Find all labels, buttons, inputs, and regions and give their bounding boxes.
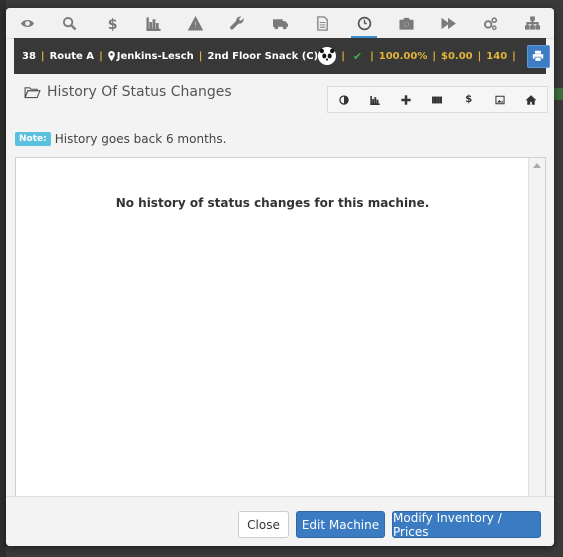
- fast-forward-icon[interactable]: [428, 8, 470, 38]
- document-icon[interactable]: [301, 8, 343, 38]
- map-pin-icon: [107, 51, 115, 61]
- separator: |: [477, 50, 482, 62]
- barcode-icon[interactable]: [422, 87, 453, 112]
- bar-chart-icon[interactable]: [132, 8, 174, 38]
- route-name[interactable]: Route A: [50, 51, 94, 62]
- modify-inventory-button[interactable]: Modify Inventory / Prices: [392, 511, 541, 539]
- contrast-icon[interactable]: [328, 87, 359, 112]
- truck-icon[interactable]: [259, 8, 301, 38]
- machine-number: 38: [22, 50, 36, 62]
- home-icon[interactable]: [516, 87, 547, 112]
- icon-toolbar: $: [6, 8, 554, 39]
- folder-open-icon: [24, 86, 41, 98]
- clock-icon[interactable]: [343, 8, 385, 39]
- separator: |: [370, 50, 374, 62]
- count-stat: 140: [486, 50, 508, 62]
- separator: |: [40, 50, 45, 62]
- separator: |: [512, 50, 516, 62]
- percent-stat: 100.00%: [378, 50, 428, 62]
- search-icon[interactable]: [48, 8, 90, 38]
- panel-toolbar: $: [327, 86, 548, 113]
- edit-machine-button[interactable]: Edit Machine: [296, 511, 385, 538]
- note-badge: Note:: [15, 132, 51, 146]
- location-name[interactable]: Jenkins-Lesch: [117, 51, 194, 62]
- scroll-up-arrow[interactable]: [533, 163, 541, 168]
- machine-info-bar: 38 | Route A | Jenkins-Lesch | 2nd Floor…: [14, 38, 550, 74]
- separator: |: [99, 50, 103, 62]
- empty-message: No history of status changes for this ma…: [115, 196, 430, 210]
- dollar-label: $: [465, 94, 473, 105]
- camera-icon[interactable]: [385, 8, 427, 38]
- panel-heading: History Of Status Changes: [24, 84, 232, 100]
- backdrop-strip: [554, 88, 563, 100]
- panel-title: History Of Status Changes: [47, 84, 232, 100]
- dollar-icon[interactable]: $: [90, 8, 132, 38]
- history-list: No history of status changes for this ma…: [15, 157, 546, 509]
- amount-stat: $0.00: [441, 50, 473, 62]
- note-row: Note: History goes back 6 months.: [15, 132, 226, 146]
- note-text: History goes back 6 months.: [54, 132, 227, 146]
- separator: |: [341, 50, 345, 62]
- panda-icon: [318, 47, 337, 65]
- modal-footer: Close Edit Machine Modify Inventory / Pr…: [6, 496, 554, 546]
- picture-icon[interactable]: [484, 87, 515, 112]
- warning-icon[interactable]: [175, 8, 217, 38]
- eye-icon[interactable]: [6, 8, 48, 38]
- bar-chart-icon[interactable]: [359, 87, 390, 112]
- modal-dialog: $ 38 | Route A | Jenkins-Lesch | 2nd Flo…: [6, 8, 554, 546]
- dollar-icon[interactable]: $: [453, 87, 484, 112]
- close-button[interactable]: Close: [238, 511, 289, 538]
- machine-name: 2nd Floor Snack (C): [207, 50, 319, 62]
- separator: |: [198, 50, 203, 62]
- separator: |: [432, 50, 436, 62]
- check-icon: ✔: [352, 49, 363, 63]
- sitemap-icon[interactable]: [512, 8, 554, 38]
- print-button[interactable]: [526, 44, 550, 68]
- scrollbar[interactable]: [528, 158, 545, 508]
- plus-icon[interactable]: [391, 87, 422, 112]
- cogs-icon[interactable]: [470, 8, 512, 38]
- wrench-icon[interactable]: [217, 8, 259, 38]
- svg-text:$: $: [108, 17, 118, 31]
- print-icon: [533, 50, 544, 62]
